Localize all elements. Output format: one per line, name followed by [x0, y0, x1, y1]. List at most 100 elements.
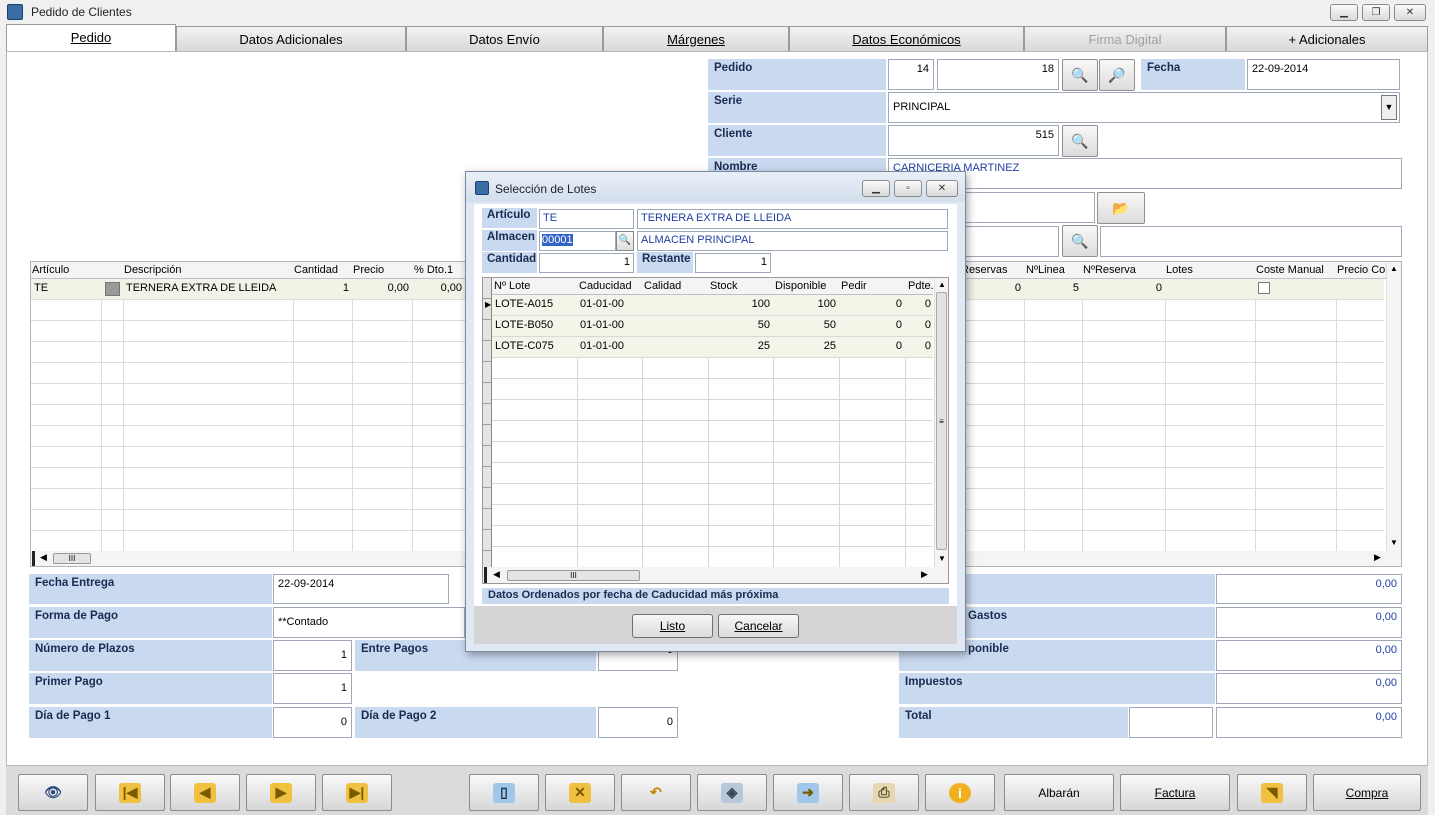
col-disponible: Disponible — [775, 280, 827, 292]
lotes-hscroll-thumb[interactable]: III — [507, 570, 640, 581]
lotes-scroll-left-icon[interactable]: ◀ — [493, 569, 500, 580]
undo-button[interactable]: ↶ — [621, 774, 691, 811]
pedido-label: Pedido — [708, 59, 886, 90]
dia-pago1-field[interactable]: 0 — [273, 707, 352, 738]
previous-button[interactable]: ◀ — [170, 774, 240, 811]
primer-pago-field[interactable]: 1 — [273, 673, 352, 704]
lotes-vscrollbar[interactable]: ▲ ≡ ▼ — [934, 278, 948, 567]
lotes-scroll-right-icon[interactable]: ▶ — [921, 569, 928, 580]
col-lotes: Lotes — [1166, 264, 1193, 276]
row-pointer-icon: ▶ — [485, 300, 492, 309]
tab-adicionales[interactable]: + Adicionales — [1226, 26, 1428, 51]
restore-icon[interactable]: ❐ — [1362, 4, 1390, 21]
save-button[interactable]: ◈ — [697, 774, 767, 811]
cliente-field[interactable]: 515 — [888, 125, 1059, 156]
close-icon[interactable]: ✕ — [1394, 4, 1426, 21]
window-title: Pedido de Clientes — [31, 5, 132, 19]
lotes-hscrollbar[interactable]: ◀ III ▶ — [483, 567, 948, 583]
fecha-field[interactable]: 22-09-2014 — [1247, 59, 1400, 90]
dialog-articulo-label: Artículo — [482, 208, 537, 228]
delete-button[interactable]: ✕ — [545, 774, 615, 811]
scroll-down-icon[interactable]: ▼ — [1390, 538, 1398, 547]
fecha-entrega-field[interactable]: 22-09-2014 — [273, 574, 449, 604]
table-row[interactable]: LOTE-B050 01-01-00 50 50 0 0 — [492, 316, 933, 336]
pedido-number2-field[interactable]: 18 — [937, 59, 1059, 90]
extra-desc-field[interactable] — [1100, 226, 1402, 257]
app-icon — [7, 4, 23, 20]
coste-manual-checkbox[interactable] — [1258, 282, 1270, 294]
chevron-down-icon[interactable]: ▼ — [1381, 95, 1397, 120]
dialog-restore-icon[interactable]: ▫ — [894, 180, 922, 197]
extra-field[interactable] — [950, 226, 1059, 257]
dialog-cantidad-field[interactable]: 1 — [539, 253, 634, 273]
col-pdte: Pdte. — [908, 280, 934, 292]
table-row[interactable]: LOTE-A015 01-01-00 100 100 0 0 — [492, 295, 933, 315]
col-coste-manual: Coste Manual — [1256, 264, 1324, 276]
col-nlote: Nº Lote — [494, 280, 531, 292]
factura-button[interactable]: Factura — [1120, 774, 1230, 811]
imponible-field[interactable]: 0,00 — [1216, 640, 1402, 671]
scroll-right-icon[interactable]: ▶ — [1374, 552, 1381, 563]
dialog-minimize-icon[interactable]: ▁ — [862, 180, 890, 197]
address-field[interactable] — [950, 192, 1095, 223]
col-cantidad: Cantidad — [294, 264, 339, 276]
dialog-title: Selección de Lotes — [495, 182, 597, 196]
compra-button[interactable]: Compra — [1313, 774, 1421, 811]
grid-vscrollbar[interactable]: ▲ ▼ — [1386, 262, 1401, 551]
extra-search-icon[interactable]: 🔍 — [1062, 225, 1098, 257]
next-button[interactable]: ▶ — [246, 774, 316, 811]
dia-pago2-field[interactable]: 0 — [598, 707, 678, 738]
last-button[interactable]: ▶| — [322, 774, 392, 811]
title-bar: Pedido de Clientes ▁ ❐ ✕ — [0, 0, 1435, 24]
cancelar-button[interactable]: Cancelar — [718, 614, 799, 638]
zoom-search-icon[interactable]: 🔎 — [1099, 59, 1135, 91]
col-descripcion: Descripción — [124, 264, 182, 276]
print-button[interactable]: ⎙ — [849, 774, 919, 811]
dialog-almacen-desc: ALMACEN PRINCIPAL — [637, 231, 948, 251]
view-button[interactable]: 👁 — [18, 774, 88, 811]
tab-datos-envio[interactable]: Datos Envío — [406, 26, 603, 51]
col-pedir: Pedir — [841, 280, 867, 292]
tab-margenes[interactable]: Márgenes — [603, 26, 789, 51]
new-button[interactable]: ▯ — [469, 774, 539, 811]
info-button[interactable]: i — [925, 774, 995, 811]
almacen-search-icon[interactable]: 🔍 — [616, 231, 634, 251]
dialog-articulo-code[interactable]: TE — [539, 209, 634, 229]
scroll-thumb[interactable]: III — [53, 553, 91, 564]
gastos-field[interactable]: 0,00 — [1216, 607, 1402, 638]
lotes-scroll-down-icon[interactable]: ▼ — [938, 554, 946, 563]
lotes-scroll-up-icon[interactable]: ▲ — [938, 280, 946, 289]
table-row[interactable]: LOTE-C075 01-01-00 25 25 0 0 — [492, 337, 933, 357]
serie-label: Serie — [708, 92, 886, 123]
pedido-number-field[interactable]: 14 — [888, 59, 934, 90]
cliente-search-icon[interactable]: 🔍 — [1062, 125, 1098, 157]
scroll-up-icon[interactable]: ▲ — [1390, 264, 1398, 273]
forma-pago-field[interactable]: **Contado — [273, 607, 465, 638]
first-button[interactable]: |◀ — [95, 774, 165, 811]
dialog-cantidad-label: Cantidad — [482, 252, 537, 273]
search-icon[interactable]: 🔍 — [1062, 59, 1098, 91]
row-selector-column — [483, 278, 492, 567]
dialog-titlebar: Selección de Lotes ▁ ▫ ✕ — [466, 172, 965, 202]
tab-datos-economicos[interactable]: Datos Económicos — [789, 26, 1024, 51]
folder-icon[interactable]: 📂 — [1097, 192, 1145, 224]
scroll-left-icon[interactable]: ◀ — [40, 552, 47, 563]
total-extra-field[interactable] — [1129, 707, 1213, 738]
exit-button[interactable]: ➜ — [773, 774, 843, 811]
dialog-close-icon[interactable]: ✕ — [926, 180, 958, 197]
fecha-entrega-label: Fecha Entrega — [29, 574, 272, 604]
num-plazos-field[interactable]: 1 — [273, 640, 352, 671]
total-field[interactable]: 0,00 — [1216, 707, 1402, 738]
minimize-icon[interactable]: ▁ — [1330, 4, 1358, 21]
dialog-almacen-code[interactable]: 00001 — [539, 231, 616, 251]
lotes-vscroll-thumb[interactable]: ≡ — [936, 292, 947, 550]
serie-select[interactable]: PRINCIPAL — [888, 92, 1400, 123]
tab-pedido[interactable]: Pedido — [6, 24, 176, 51]
impuestos-field[interactable]: 0,00 — [1216, 673, 1402, 704]
subtotal-field[interactable]: 0,00 — [1216, 574, 1402, 604]
albaran-button[interactable]: Albarán — [1004, 774, 1114, 811]
listo-button[interactable]: Listo — [632, 614, 713, 638]
disk-icon: ◈ — [721, 782, 743, 803]
tab-datos-adicionales[interactable]: Datos Adicionales — [176, 26, 406, 51]
tag-button[interactable]: ◥ — [1237, 774, 1307, 811]
